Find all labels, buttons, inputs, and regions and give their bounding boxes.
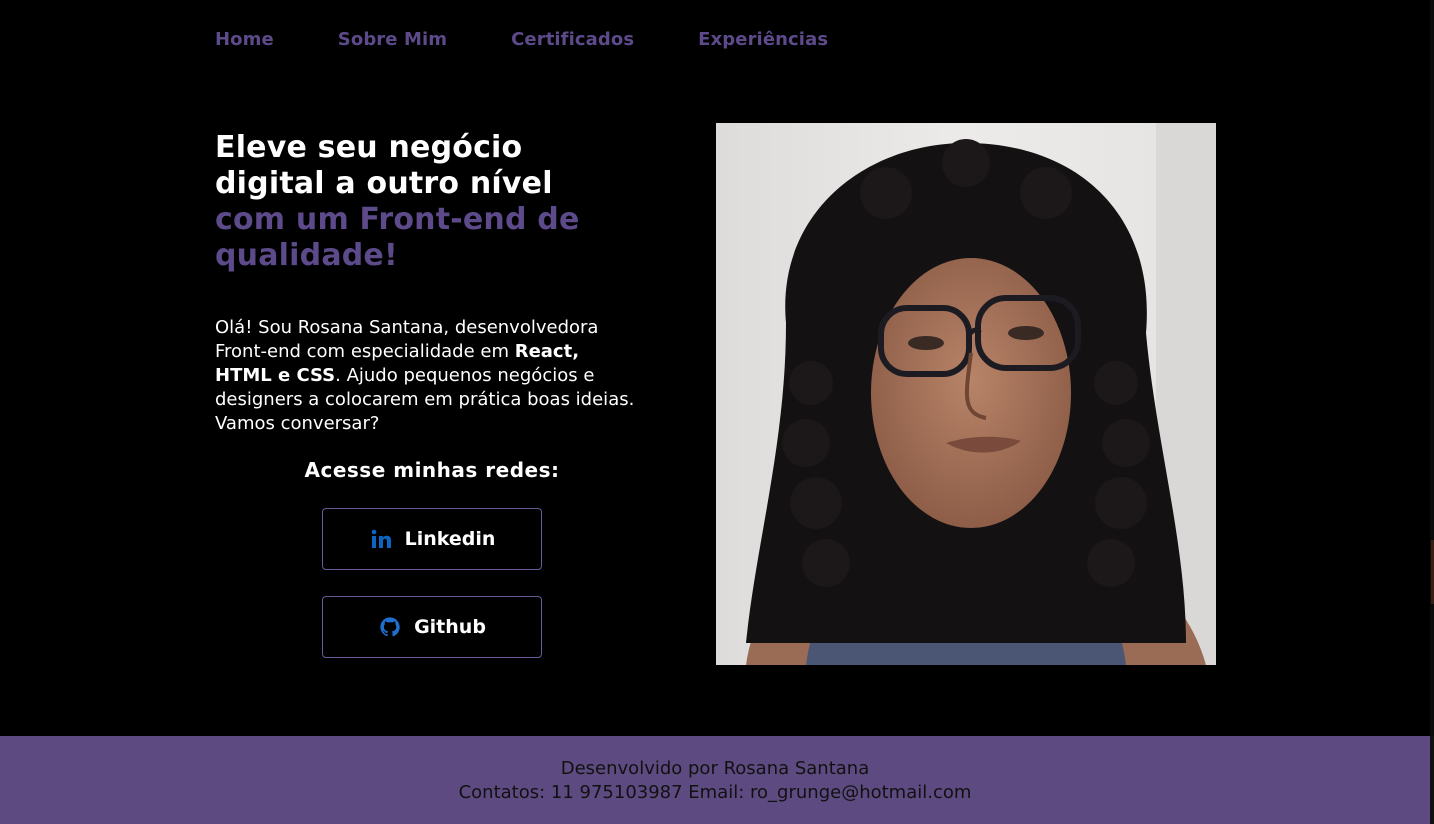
nav-about-link[interactable]: Sobre Mim [338,28,447,52]
nav-experiences-link[interactable]: Experiências [698,28,828,52]
headline-line-3: com um Front-end de [215,202,580,237]
linkedin-icon [369,527,393,551]
github-button[interactable]: Github [322,596,542,658]
intro-paragraph: Olá! Sou Rosana Santana, desenvolvedora … [215,316,635,436]
footer-credit: Desenvolvido por Rosana Santana [560,758,870,779]
headline-line-4: qualidade! [215,238,398,273]
linkedin-label: Linkedin [404,528,496,550]
scrollbar-track[interactable] [1430,0,1434,736]
linkedin-button[interactable]: Linkedin [322,508,542,570]
hero-headline: Eleve seu negócio digital a outro nível … [215,130,645,274]
page: Home Sobre Mim Certificados Experiências… [0,0,1434,824]
profile-photo [716,123,1216,665]
github-icon [378,615,402,639]
nav-home-link[interactable]: Home [215,28,274,52]
social-title: Acesse minhas redes: [304,458,560,482]
footer: Desenvolvido por Rosana Santana Contatos… [0,736,1434,824]
headline-line-1: Eleve seu negócio [215,130,523,165]
github-label: Github [414,616,486,638]
nav-certificates-link[interactable]: Certificados [511,28,634,52]
headline-line-2: digital a outro nível [215,166,553,201]
hero-section: Eleve seu negócio digital a outro nível … [215,130,645,436]
footer-contacts: Contatos: 11 975103987 Email: ro_grunge@… [458,782,972,803]
top-nav: Home Sobre Mim Certificados Experiências [215,28,828,52]
